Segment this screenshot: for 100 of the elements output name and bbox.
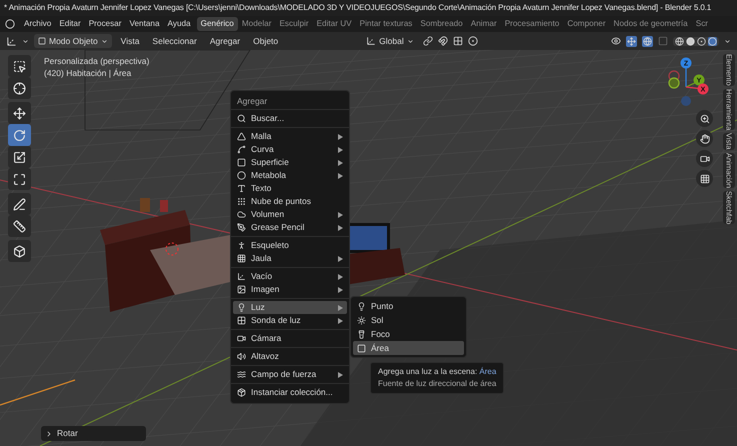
menu-item[interactable]: Área xyxy=(353,341,464,355)
menu-item[interactable]: Jaula xyxy=(233,252,347,265)
submenu-arrow-icon xyxy=(338,212,343,218)
workspace-tab[interactable]: Procesamiento xyxy=(500,17,564,31)
workspace-tab[interactable]: Nodos de geometría xyxy=(610,17,692,31)
submenu-arrow-icon xyxy=(338,274,343,280)
overlay-toggle[interactable] xyxy=(642,36,653,46)
figure-icon xyxy=(237,241,246,250)
move-tool[interactable] xyxy=(8,102,31,124)
blob-icon xyxy=(237,171,246,180)
workspace-tab[interactable]: Sombreado xyxy=(416,17,467,31)
workspace-tab[interactable]: Animar xyxy=(466,17,501,31)
menu-item[interactable]: Nube de puntos xyxy=(233,195,347,208)
annotate-tool[interactable] xyxy=(8,193,31,215)
menu-title: Agregar xyxy=(236,95,268,108)
header-menu[interactable]: Agregar xyxy=(206,34,244,48)
menu-item[interactable]: Ayuda xyxy=(164,18,195,30)
camera-icon xyxy=(700,154,710,164)
scale-icon xyxy=(13,150,26,164)
rotate-tool[interactable] xyxy=(8,124,31,146)
menu-item[interactable]: Instanciar colección... xyxy=(233,386,347,399)
dropdown-caret-icon xyxy=(100,38,108,44)
last-operator-panel[interactable]: Rotar xyxy=(41,426,146,441)
xray-icon[interactable] xyxy=(658,36,668,46)
dots-icon xyxy=(237,197,246,206)
header-menu[interactable]: Vista xyxy=(116,34,144,48)
workspace-tab[interactable]: Genérico xyxy=(196,17,238,31)
submenu-arrow-icon xyxy=(338,224,343,230)
select-tool[interactable] xyxy=(8,55,31,77)
menu-item[interactable]: Punto xyxy=(353,299,464,313)
menu-item[interactable]: Sonda de luz xyxy=(233,314,347,327)
menu-item[interactable]: Metabola xyxy=(233,169,347,182)
menu-item[interactable]: Luz xyxy=(233,301,347,314)
menu-item[interactable]: Texto xyxy=(233,182,347,195)
gizmo-toggle[interactable] xyxy=(626,36,637,46)
submenu-arrow-icon xyxy=(338,146,343,152)
menu-item[interactable]: Cámara xyxy=(233,332,347,345)
chevron-icon xyxy=(45,430,53,438)
waves-icon xyxy=(237,370,246,379)
rotate-icon xyxy=(13,128,26,142)
workspace-tab[interactable]: Editar UV xyxy=(312,17,356,31)
editor-type-icon[interactable] xyxy=(6,36,17,46)
move-icon xyxy=(627,36,636,46)
select-icon xyxy=(13,60,26,72)
add-cube-tool[interactable] xyxy=(8,240,31,262)
tooltip-description: Fuente de luz direccional de área xyxy=(378,378,496,390)
menu-item[interactable]: Campo de fuerza xyxy=(233,368,347,381)
menu-item[interactable]: Curva xyxy=(233,143,347,156)
menu-item[interactable]: Superficie xyxy=(233,156,347,169)
menu-item[interactable]: Archivo xyxy=(20,18,56,30)
workspace-tab[interactable]: Pintar texturas xyxy=(356,17,416,31)
submenu-arrow-icon xyxy=(338,256,343,262)
axes-icon xyxy=(237,272,246,281)
spotlight-icon xyxy=(357,330,366,338)
cursor-tool[interactable] xyxy=(8,77,31,99)
window-title: * Animación Propia Avaturn Jennifer Lopez Vanegas [C:\Users\jenni\Downloads\MODELADO 3D Y VIDEOJUEGOS\Segundo Corte\Animación Propia Avaturn Jennifer Lopez Vanegas.blend] - Blender 5.0.1 xyxy=(4,2,712,14)
zoom-icon xyxy=(700,114,710,124)
object-icon xyxy=(38,37,46,45)
mode-dropdown[interactable]: Modo Objeto xyxy=(34,34,112,48)
move-icon xyxy=(13,106,26,120)
workspace-tab[interactable]: Scr xyxy=(692,17,712,31)
operator-label: Rotar xyxy=(57,427,78,440)
menu-item[interactable]: Foco xyxy=(353,327,464,341)
submenu-arrow-icon xyxy=(338,172,343,178)
menu-item[interactable]: Procesar xyxy=(84,18,126,30)
link-icon[interactable] xyxy=(422,36,433,46)
menu-item[interactable]: Sol xyxy=(353,313,464,327)
grid-icon xyxy=(237,316,246,325)
menu-item[interactable]: Esqueleto xyxy=(233,239,347,252)
menu-item[interactable]: Grease Pencil xyxy=(233,221,347,234)
workspace-tab[interactable]: Modelar xyxy=(238,17,276,31)
menu-item[interactable]: Editar xyxy=(55,18,85,30)
shading-buttons[interactable] xyxy=(673,36,719,46)
orientation-dropdown[interactable]: Global xyxy=(362,34,418,48)
scale-tool[interactable] xyxy=(8,146,31,168)
menu-item[interactable]: Vacío xyxy=(233,270,347,283)
header-menu[interactable]: Objeto xyxy=(249,34,282,48)
speaker-icon xyxy=(237,352,246,361)
app-logo-icon[interactable] xyxy=(5,19,15,29)
visibility-icon[interactable] xyxy=(611,36,621,46)
transform-tool[interactable] xyxy=(8,168,31,190)
proportional-icon[interactable] xyxy=(468,36,478,46)
magnet-icon[interactable] xyxy=(438,36,448,46)
workspace-tab[interactable]: Esculpir xyxy=(275,17,313,31)
pan-icon xyxy=(700,134,710,144)
menu-item[interactable]: Ventana xyxy=(125,18,164,30)
globe-icon xyxy=(643,36,652,46)
menu-item[interactable]: Buscar... xyxy=(233,112,347,125)
menu-item[interactable]: Imagen xyxy=(233,283,347,296)
triangle-icon xyxy=(237,132,246,141)
grid-icon[interactable] xyxy=(452,36,463,46)
header-menu[interactable]: Seleccionar xyxy=(148,34,201,48)
menu-item[interactable]: Malla xyxy=(233,130,347,143)
solid-icon xyxy=(686,36,695,46)
menu-item[interactable]: Altavoz xyxy=(233,350,347,363)
measure-tool[interactable] xyxy=(8,215,31,237)
menu-item[interactable]: Volumen xyxy=(233,208,347,221)
workspace-tab[interactable]: Componer xyxy=(563,17,610,31)
camera-icon xyxy=(237,334,246,343)
lightbulb-icon xyxy=(237,303,246,312)
